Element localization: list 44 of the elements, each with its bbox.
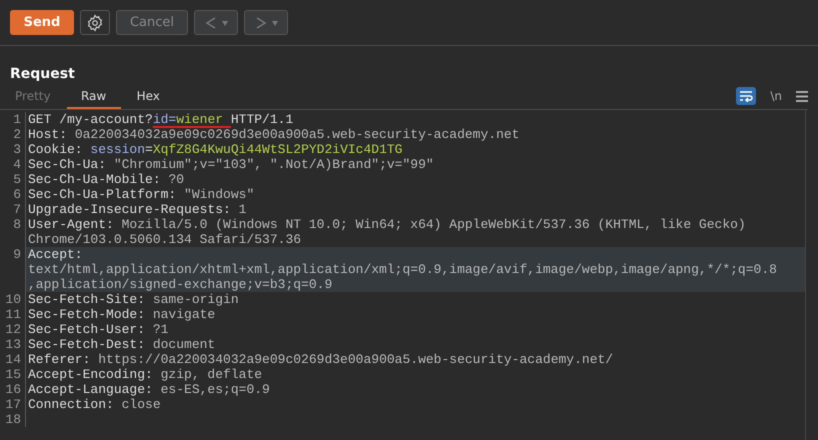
code-line: Referer: https://0a220034032a9e09c0269d3e00a900a5.web-security-academy.net/ <box>27 352 614 367</box>
code-line: GET /my-account?id=wiener HTTP/1.1 <box>27 112 294 127</box>
line-number: 12 <box>0 322 26 337</box>
send-button[interactable]: Send <box>10 10 74 35</box>
line-number: 2 <box>0 127 26 142</box>
code-line: Accept-Language: es-ES,es;q=0.9 <box>27 382 271 397</box>
code-line: Sec-Fetch-Site: same-origin <box>27 292 240 307</box>
line-number: 5 <box>0 172 26 187</box>
line-number: 11 <box>0 307 26 322</box>
line-number: 14 <box>0 352 26 367</box>
settings-icon <box>86 14 104 32</box>
wrap-lines-button[interactable] <box>736 87 756 105</box>
line-number: 6 <box>0 187 26 202</box>
view-tab[interactable]: Hex <box>126 86 170 109</box>
code-line: Upgrade-Insecure-Requests: 1 <box>27 202 248 217</box>
code-line: Sec-Ch-Ua: "Chromium";v="103", ".Not/A)Brand";v="99" <box>27 157 435 172</box>
line-number: 18 <box>0 412 26 427</box>
code-line: Sec-Fetch-User: ?1 <box>27 322 170 337</box>
panel-title: Request <box>10 66 76 82</box>
code-line: Sec-Ch-Ua-Mobile: ?0 <box>27 172 186 187</box>
line-number: 1 <box>0 112 26 127</box>
code-line: Cookie: session=XqfZ8G4KwuQi44WtSL2PYD2iVIc4D1TG <box>27 142 404 157</box>
code-line: Sec-Fetch-Mode: navigate <box>27 307 216 322</box>
line-number: 8 <box>0 217 26 247</box>
code-line: User-Agent: Mozilla/5.0 (Windows NT 10.0; Win64; x64) AppleWebKit/537.36 (KHTML, like Gecko) Chrome/103.0.5060.134 Safari/537.36 <box>27 217 747 247</box>
line-number: 3 <box>0 142 26 157</box>
line-number: 17 <box>0 397 26 412</box>
code-line: Host: 0a220034032a9e09c0269d3e00a900a5.web-security-academy.net <box>27 127 520 142</box>
code-line: Sec-Fetch-Dest: document <box>27 337 216 352</box>
line-number: 13 <box>0 337 26 352</box>
view-tab[interactable]: Raw <box>66 86 121 109</box>
line-number: 7 <box>0 202 26 217</box>
menu-icon[interactable] <box>796 90 808 102</box>
code-line: Sec-Ch-Ua-Platform: "Windows" <box>27 187 256 202</box>
code-line: Accept-Encoding: gzip, deflate <box>27 367 264 382</box>
cancel-button[interactable]: Cancel <box>116 10 188 35</box>
left-chevron-icon <box>204 16 218 30</box>
line-number: 4 <box>0 157 26 172</box>
line-number: 16 <box>0 382 26 397</box>
newline-toggle[interactable]: \n <box>770 89 782 103</box>
line-number: 10 <box>0 292 26 307</box>
code-line: Connection: close <box>27 397 162 412</box>
settings-button[interactable] <box>80 10 110 35</box>
line-number: 15 <box>0 367 26 382</box>
